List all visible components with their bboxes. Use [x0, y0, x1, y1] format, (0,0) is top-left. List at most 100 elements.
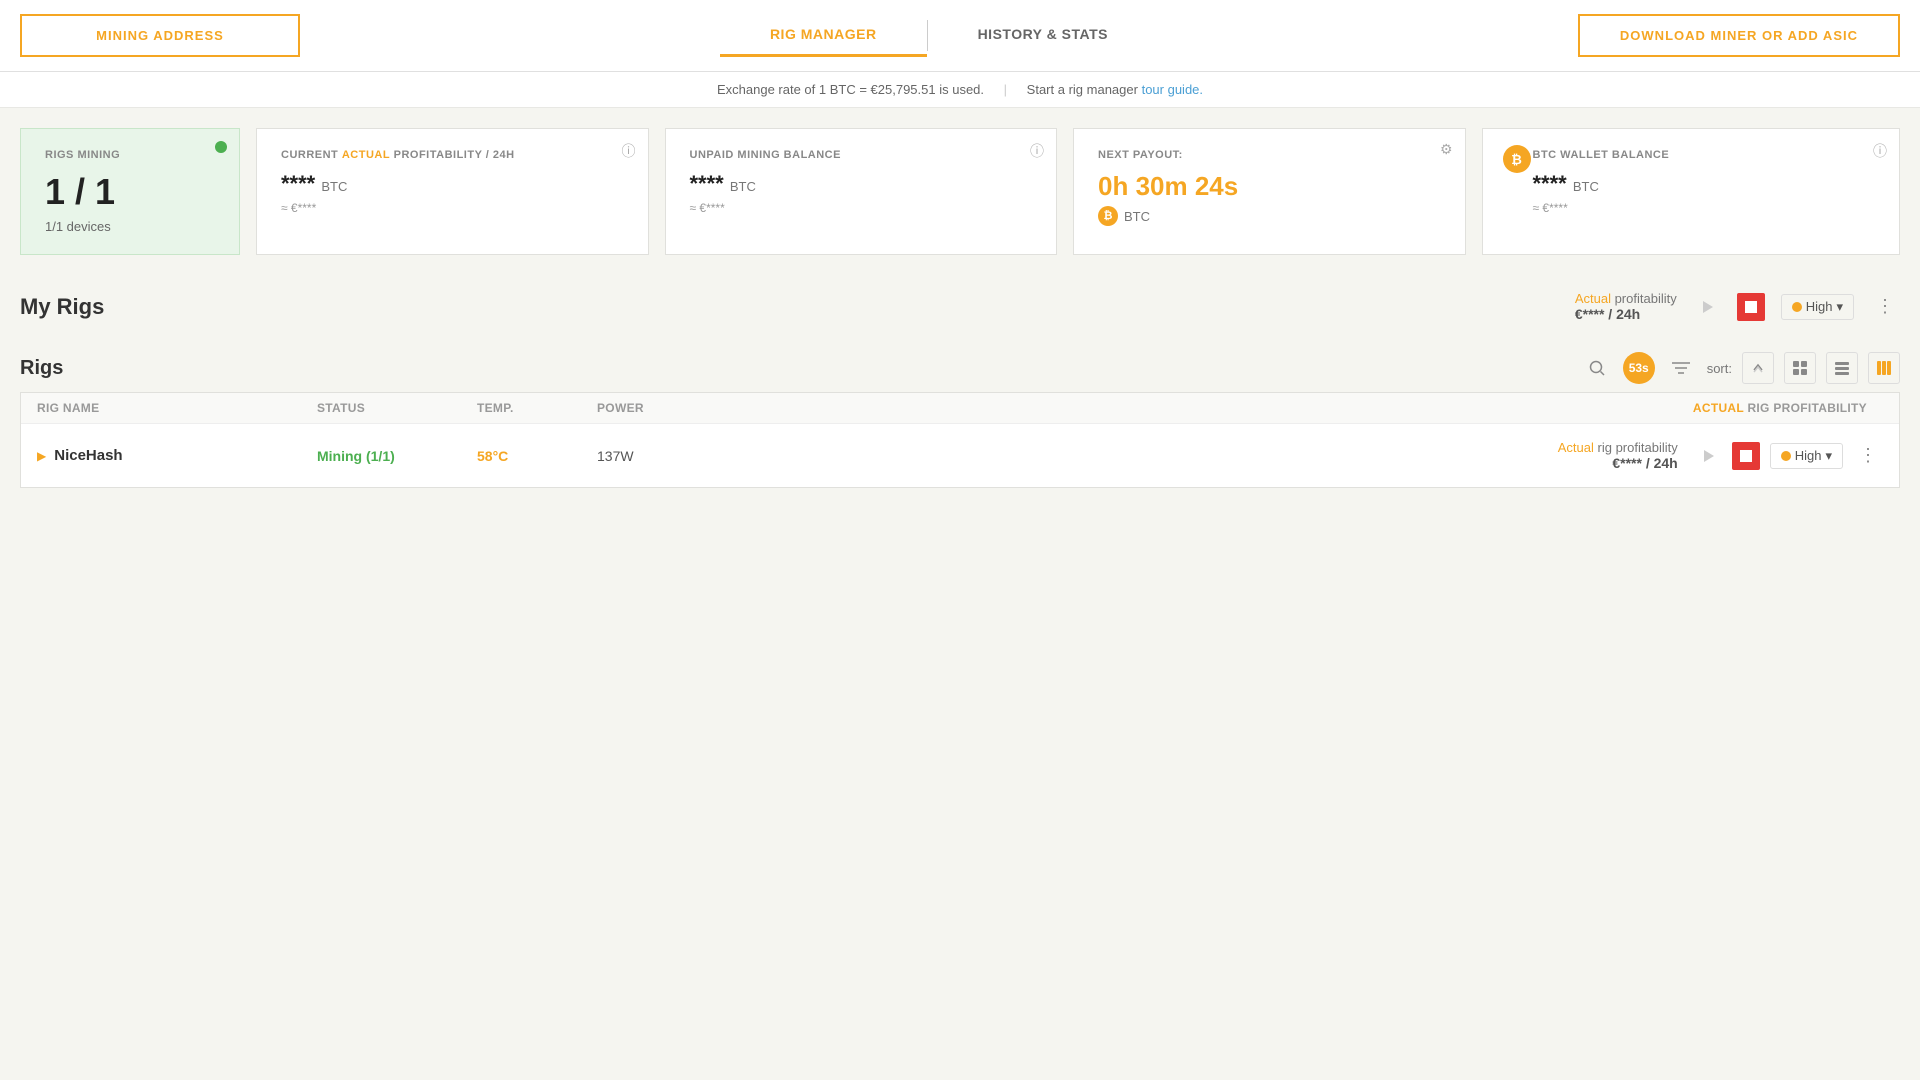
my-rigs-right-controls: Actual profitability €**** / 24h High ▾ … [1575, 291, 1900, 322]
rig-high-dot-icon [1781, 451, 1791, 461]
mining-balance-approx: ≈ €**** [690, 201, 1033, 215]
rigs-toolbar: Rigs 53s sort: [20, 340, 1900, 392]
rig-power-col: 137W [597, 448, 717, 464]
rig-more-button[interactable]: ⋮ [1853, 441, 1883, 470]
my-rigs-title: My Rigs [20, 294, 104, 320]
mining-balance-amount: **** [690, 171, 724, 196]
exchange-rate-text: Exchange rate of 1 BTC = €25,795.51 is u… [717, 82, 984, 97]
profitability-value: **** BTC [281, 171, 624, 197]
high-badge-arrow: ▾ [1836, 299, 1843, 315]
rig-temp-col: 58°C [477, 448, 597, 464]
rig-actual-label: Actual [1558, 440, 1594, 455]
my-rigs-header: My Rigs Actual profitability €**** / 24h… [20, 275, 1900, 330]
my-rigs-profitability-label: Actual profitability [1575, 291, 1677, 306]
view-grid-button[interactable] [1784, 352, 1816, 384]
table-row: ▶ NiceHash Mining (1/1) 58°C 137W Actual… [21, 424, 1899, 487]
profitability-approx: ≈ €**** [281, 201, 624, 215]
rig-status-value: Mining (1/1) [317, 448, 395, 464]
wallet-balance-card: ₿ ⓘ BTC WALLET BALANCE **** BTC ≈ €**** [1482, 128, 1901, 255]
rigs-mining-value: 1 / 1 [45, 171, 215, 213]
rig-profit-label: Actual rig profitability [1558, 440, 1678, 455]
mining-balance-card: ⓘ UNPAID MINING BALANCE **** BTC ≈ €**** [665, 128, 1058, 255]
tab-history-stats[interactable]: HISTORY & STATS [928, 14, 1158, 57]
rig-high-label: High [1795, 448, 1822, 463]
payout-time-value: 0h 30m 24s [1098, 171, 1441, 202]
view-compact-button[interactable] [1868, 352, 1900, 384]
payout-currency: ₿ BTC [1098, 206, 1441, 226]
profitability-btc: BTC [321, 179, 347, 194]
top-navigation: MINING ADDRESS RIG MANAGER HISTORY & STA… [0, 0, 1920, 72]
profitability-card: ⓘ CURRENT ACTUAL PROFITABILITY / 24H ***… [256, 128, 649, 255]
search-button[interactable] [1581, 352, 1613, 384]
my-rigs-stop-button[interactable] [1737, 293, 1765, 321]
high-dot-icon [1792, 302, 1802, 312]
rig-row-container: Rig name Status Temp. Power Actual rig p… [20, 392, 1900, 488]
sort-label: sort: [1707, 361, 1732, 376]
col-header-rig-name: Rig name [37, 401, 317, 415]
col-header-profitability: Actual rig profitability [1667, 401, 1867, 415]
mining-balance-value: **** BTC [690, 171, 1033, 197]
col-header-status: Status [317, 401, 477, 415]
profitability-amount: **** [281, 171, 315, 196]
rig-status-col: Mining (1/1) [317, 448, 477, 464]
status-dot [215, 141, 227, 153]
my-rigs-profitability-info: Actual profitability €**** / 24h [1575, 291, 1677, 322]
rigs-mining-devices: 1/1 devices [45, 219, 215, 234]
my-rigs-play-button[interactable] [1693, 293, 1721, 321]
download-miner-button[interactable]: DOWNLOAD MINER OR ADD ASIC [1578, 14, 1900, 57]
col-header-power: Power [597, 401, 717, 415]
rig-name-col: ▶ NiceHash [37, 447, 317, 464]
rigs-mining-label: RIGS MINING [45, 149, 215, 161]
tab-rig-manager[interactable]: RIG MANAGER [720, 14, 927, 57]
rigs-toolbar-right: 53s sort: [1581, 352, 1900, 384]
next-payout-card: ⚙ NEXT PAYOUT: 0h 30m 24s ₿ BTC [1073, 128, 1466, 255]
rig-profit-col: Actual rig profitability €**** / 24h [1558, 440, 1678, 471]
view-list-button[interactable] [1826, 352, 1858, 384]
my-rigs-profitability-amount: €**** / 24h [1575, 306, 1677, 322]
info-icon-2[interactable]: ⓘ [1030, 141, 1044, 161]
rig-name-value: NiceHash [54, 447, 122, 464]
sort-arrows-button[interactable] [1742, 352, 1774, 384]
exchange-bar: Exchange rate of 1 BTC = €25,795.51 is u… [0, 72, 1920, 108]
mining-balance-btc: BTC [730, 179, 756, 194]
rig-column-headers: Rig name Status Temp. Power Actual rig p… [21, 393, 1899, 424]
guide-prefix-text: Start a rig manager [1027, 82, 1138, 97]
settings-icon[interactable]: ⚙ [1440, 141, 1453, 158]
mining-address-button[interactable]: MINING ADDRESS [20, 14, 300, 57]
rigs-title: Rigs [20, 357, 63, 380]
info-icon[interactable]: ⓘ [622, 141, 636, 161]
summary-cards-row: RIGS MINING 1 / 1 1/1 devices ⓘ CURRENT … [0, 108, 1920, 275]
rig-play-button[interactable] [1694, 442, 1722, 470]
profitability-label-suffix: PROFITABILITY / 24H [390, 149, 515, 161]
wallet-balance-value: **** BTC [1533, 171, 1876, 197]
bar-separator: | [1004, 82, 1007, 97]
my-rigs-section: My Rigs Actual profitability €**** / 24h… [0, 275, 1920, 340]
tour-guide-link[interactable]: tour guide. [1142, 82, 1203, 97]
rigs-mining-card: RIGS MINING 1 / 1 1/1 devices [20, 128, 240, 255]
profitability-label-prefix: CURRENT [281, 149, 342, 161]
rig-high-badge[interactable]: High ▾ [1770, 443, 1843, 469]
btc-circle-icon: ₿ [1098, 206, 1118, 226]
rig-stop-button[interactable] [1732, 442, 1760, 470]
mining-balance-label: UNPAID MINING BALANCE [690, 149, 1033, 161]
payout-btc-label: BTC [1124, 209, 1150, 224]
my-rigs-high-badge[interactable]: High ▾ [1781, 294, 1854, 320]
rig-power-value: 137W [597, 448, 634, 464]
rig-profit-amount: €**** / 24h [1558, 455, 1678, 471]
wallet-btc-icon: ₿ [1503, 145, 1531, 173]
rig-actions-col: High ▾ ⋮ [1694, 441, 1883, 470]
profitability-label: CURRENT ACTUAL PROFITABILITY / 24H [281, 149, 624, 161]
refresh-timer-badge: 53s [1623, 352, 1655, 384]
wallet-balance-btc: BTC [1573, 179, 1599, 194]
my-rigs-more-button[interactable]: ⋮ [1870, 292, 1900, 321]
next-payout-label: NEXT PAYOUT: [1098, 149, 1441, 161]
col-actual-label: Actual [1693, 401, 1744, 415]
actual-label-text: Actual [1575, 291, 1611, 306]
rig-high-arrow: ▾ [1825, 448, 1832, 464]
rig-expand-icon[interactable]: ▶ [37, 449, 46, 463]
col-header-temp: Temp. [477, 401, 597, 415]
filter-button[interactable] [1665, 352, 1697, 384]
wallet-balance-amount: **** [1533, 171, 1567, 196]
wallet-info-icon[interactable]: ⓘ [1873, 141, 1887, 161]
high-badge-label: High [1806, 299, 1833, 314]
